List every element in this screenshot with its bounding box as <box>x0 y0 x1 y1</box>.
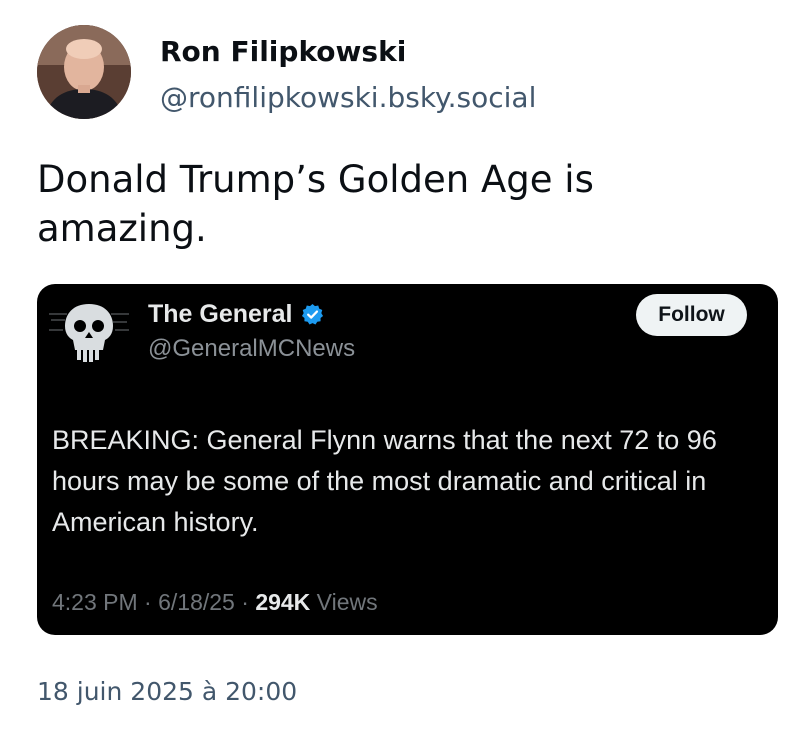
embedded-tweet[interactable]: The General @GeneralMCNews Follow BREAKI… <box>37 284 778 635</box>
author-handle[interactable]: @ronfilipkowski.bsky.social <box>160 80 536 116</box>
embed-date[interactable]: 6/18/25 <box>158 589 235 615</box>
post-card: Ron Filipkowski @ronfilipkowski.bsky.soc… <box>0 0 800 737</box>
author-avatar[interactable] <box>37 25 131 119</box>
embed-time[interactable]: 4:23 PM <box>52 589 138 615</box>
post-timestamp[interactable]: 18 juin 2025 à 20:00 <box>37 676 297 708</box>
embed-metadata: 4:23 PM · 6/18/25 · 294K Views <box>52 587 378 617</box>
embed-author-handle[interactable]: @GeneralMCNews <box>148 334 355 364</box>
author-name[interactable]: Ron Filipkowski <box>160 34 406 70</box>
meta-separator: · <box>137 589 159 615</box>
meta-separator: · <box>234 589 256 615</box>
embed-name-row: The General <box>148 298 324 330</box>
skull-logo-icon[interactable] <box>49 300 129 362</box>
views-label: Views <box>310 589 378 615</box>
follow-button[interactable]: Follow <box>636 294 747 336</box>
post-text: Donald Trump’s Golden Age is amazing. <box>37 158 594 250</box>
embed-author-name[interactable]: The General <box>148 298 293 330</box>
verified-badge-icon <box>301 303 324 326</box>
person-avatar-icon <box>37 25 131 119</box>
views-count: 294K <box>255 589 311 615</box>
embed-text: BREAKING: General Flynn warns that the n… <box>52 425 717 537</box>
